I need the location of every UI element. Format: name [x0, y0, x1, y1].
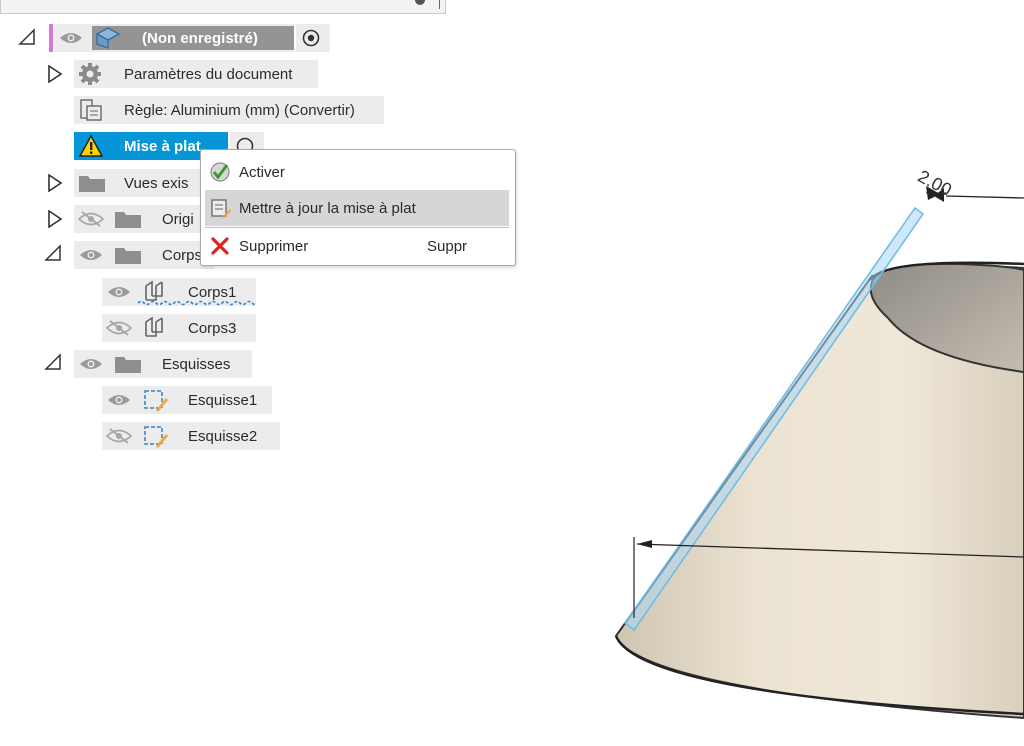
sheetmetal-body-icon — [145, 316, 163, 337]
folder-icon — [115, 357, 141, 373]
menu-item-delete[interactable]: Supprimer Suppr — [205, 228, 509, 264]
activate-component-button[interactable] — [296, 24, 330, 52]
eye-hidden-icon[interactable] — [106, 428, 132, 444]
sketch-icon — [144, 426, 168, 448]
menu-item-delete-shortcut: Suppr — [427, 237, 468, 255]
eye-hidden-icon[interactable] — [106, 320, 132, 336]
delete-x-icon — [211, 237, 229, 255]
sketches-folder-node[interactable]: Esquisses — [74, 350, 252, 378]
body-corps3-label: Corps3 — [188, 319, 237, 337]
component-icon — [95, 27, 121, 49]
sketch-icon — [144, 390, 168, 412]
collapse-triangle-icon[interactable] — [44, 353, 62, 371]
sketch-esquisse2-node[interactable]: Esquisse2 — [102, 422, 280, 450]
eye-icon[interactable] — [107, 285, 131, 299]
body-corps1-label: Corps1 — [188, 283, 237, 301]
document-settings-node[interactable]: Paramètres du document — [74, 60, 318, 88]
folder-icon — [115, 248, 141, 264]
menu-item-update-flat-pattern[interactable]: Mettre à jour la mise à plat — [205, 190, 509, 226]
bodies-folder-label: Corps — [162, 246, 203, 264]
cone-body[interactable] — [614, 261, 1024, 720]
menu-item-delete-label: Supprimer — [239, 237, 309, 255]
flat-pattern-label: Mise à plat — [124, 137, 201, 155]
origin-label: Origi — [162, 210, 194, 228]
document-settings-label: Paramètres du document — [124, 65, 293, 83]
sketches-folder-label: Esquisses — [162, 355, 231, 373]
body-corps1-node[interactable]: Corps1 — [102, 278, 256, 306]
error-squiggle — [138, 300, 256, 306]
sheetmetal-rule-icon — [80, 99, 102, 121]
expand-triangle-icon[interactable] — [46, 210, 64, 228]
expand-triangle-icon[interactable] — [46, 174, 64, 192]
named-views-label: Vues exis — [124, 174, 189, 192]
panel-divider — [439, 0, 440, 9]
sketch-esquisse2-label: Esquisse2 — [188, 427, 258, 445]
root-node[interactable]: (Non enregistré) — [54, 24, 294, 52]
eye-icon[interactable] — [59, 31, 83, 45]
body-corps3-node[interactable]: Corps3 — [102, 314, 256, 342]
eye-icon[interactable] — [107, 393, 131, 407]
eye-icon[interactable] — [79, 357, 103, 371]
folder-icon — [79, 176, 105, 192]
radio-dot-icon[interactable] — [302, 29, 320, 47]
origin-node[interactable]: Origi — [74, 205, 214, 233]
sketch-esquisse1-node[interactable]: Esquisse1 — [102, 386, 272, 414]
context-menu: Activer Mettre à jour la mise à plat Sup… — [200, 149, 516, 266]
root-label: (Non enregistré) — [142, 29, 258, 47]
root-active-marker — [49, 24, 53, 52]
eye-icon[interactable] — [79, 248, 103, 262]
check-activate-icon — [210, 162, 230, 182]
warning-icon — [78, 134, 104, 157]
settings-icon[interactable] — [415, 0, 425, 5]
collapse-triangle-icon[interactable] — [44, 244, 62, 262]
browser-panel-header — [0, 0, 446, 14]
collapse-triangle-icon[interactable] — [18, 28, 36, 46]
named-views-node[interactable]: Vues exis — [74, 169, 214, 197]
eye-hidden-icon[interactable] — [78, 211, 104, 227]
menu-item-activate[interactable]: Activer — [205, 154, 509, 190]
gear-icon — [79, 63, 101, 85]
folder-icon — [115, 212, 141, 228]
bodies-folder-node[interactable]: Corps — [74, 241, 214, 269]
sketch-esquisse1-label: Esquisse1 — [188, 391, 258, 409]
update-flat-pattern-icon — [211, 199, 231, 218]
menu-item-update-flat-pattern-label: Mettre à jour la mise à plat — [239, 199, 416, 217]
sheetmetal-rule-label: Règle: Aluminium (mm) (Convertir) — [124, 101, 355, 119]
expand-triangle-icon[interactable] — [46, 65, 64, 83]
sheetmetal-rule-node[interactable]: Règle: Aluminium (mm) (Convertir) — [74, 96, 384, 124]
menu-item-activate-label: Activer — [239, 163, 285, 181]
